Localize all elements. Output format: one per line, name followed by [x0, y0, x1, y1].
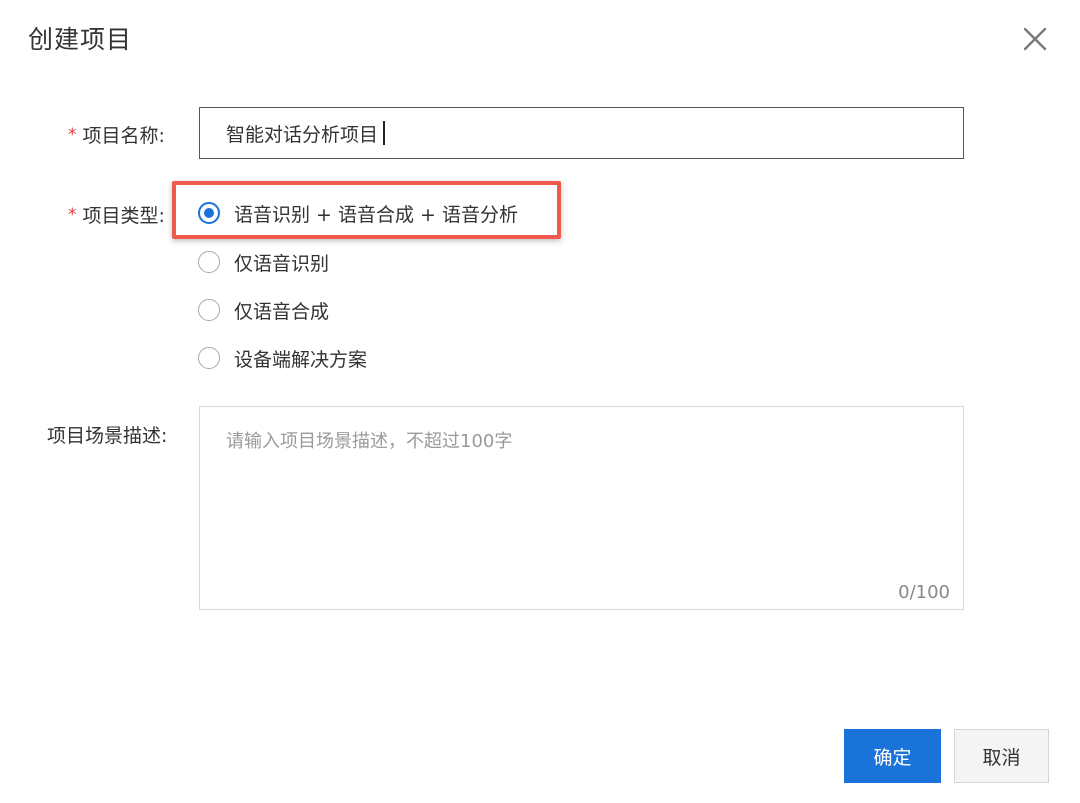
cancel-button[interactable]: 取消 — [954, 729, 1049, 783]
close-button[interactable] — [1018, 22, 1052, 56]
radio-option-label: 仅语音识别 — [234, 252, 330, 275]
text-cursor — [383, 121, 385, 145]
project-type-label: * 项目类型: — [68, 201, 165, 228]
radio-checked-icon[interactable] — [198, 202, 220, 224]
create-project-dialog: 创建项目 *项目名称: *项目类型: 语音识别 + 语音合成 + 语音分析 仅语… — [0, 0, 1080, 803]
required-mark: * — [68, 205, 77, 225]
radio-option-synthesis-only[interactable]: 仅语音合成 — [198, 295, 329, 325]
project-name-label-text: 项目名称: — [82, 125, 165, 147]
radio-unchecked-icon[interactable] — [198, 299, 220, 321]
radio-option-label: 语音识别 + 语音合成 + 语音分析 — [234, 203, 518, 226]
project-description-label: 项目场景描述: — [47, 425, 168, 447]
radio-option-device-solution[interactable]: 设备端解决方案 — [198, 343, 367, 373]
confirm-button[interactable]: 确定 — [844, 729, 941, 783]
radio-option-label: 仅语音合成 — [234, 300, 330, 323]
character-counter: 0/100 — [898, 582, 950, 603]
dialog-title: 创建项目 — [28, 25, 133, 54]
radio-option-full-suite[interactable]: 语音识别 + 语音合成 + 语音分析 — [198, 198, 518, 228]
close-icon — [1023, 27, 1047, 51]
project-name-label: * 项目名称: — [68, 121, 165, 148]
project-name-input[interactable] — [199, 107, 964, 159]
project-type-label-text: 项目类型: — [82, 205, 165, 227]
project-description-textarea[interactable] — [199, 406, 964, 610]
radio-unchecked-icon[interactable] — [198, 251, 220, 273]
required-mark: * — [68, 125, 77, 145]
radio-unchecked-icon[interactable] — [198, 347, 220, 369]
radio-option-label: 设备端解决方案 — [234, 348, 368, 371]
radio-option-recognition-only[interactable]: 仅语音识别 — [198, 247, 329, 277]
